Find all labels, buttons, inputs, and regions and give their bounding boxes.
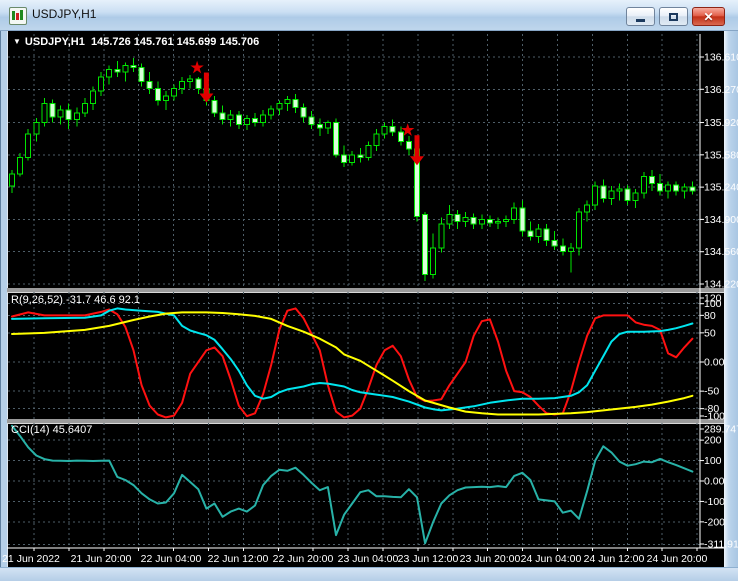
indicator-panel-r[interactable]	[7, 292, 700, 419]
close-button[interactable]: ✕	[692, 7, 725, 26]
time-axis[interactable]	[7, 548, 724, 567]
indicator-panel-cci[interactable]	[7, 423, 700, 547]
price-panel[interactable]	[7, 31, 700, 288]
window-title: USDJPY,H1	[32, 7, 97, 21]
chevron-down-icon: ▼	[13, 37, 21, 46]
indicator-cci-label: CCI(14) 45.6407	[11, 424, 93, 436]
maximize-icon	[669, 12, 678, 21]
quote-low: 145.699	[176, 36, 217, 48]
indicator-r-label: R(9,26,52) -31.7 46.6 92.1	[11, 294, 141, 306]
chart-window: USDJPY,H1 ✕ 136.610136.270135.920135.580…	[0, 0, 738, 581]
chart-icon	[9, 7, 27, 25]
chart-header: ▼ USDJPY,H1 145.726 145.761 145.699 145.7…	[13, 36, 259, 48]
quote-open: 145.726	[90, 36, 131, 48]
quote-close: 145.706	[219, 36, 260, 48]
close-icon: ✕	[703, 9, 714, 24]
price-axis[interactable]	[700, 31, 724, 548]
minimize-button[interactable]	[626, 7, 655, 26]
minimize-icon	[636, 19, 645, 22]
window-right-border	[724, 31, 738, 567]
window-bottom-border	[0, 567, 738, 581]
quote-high: 145.761	[133, 36, 174, 48]
title-bar[interactable]: USDJPY,H1 ✕	[0, 0, 738, 31]
maximize-button[interactable]	[659, 7, 688, 26]
symbol-label: USDJPY,H1	[24, 36, 85, 48]
